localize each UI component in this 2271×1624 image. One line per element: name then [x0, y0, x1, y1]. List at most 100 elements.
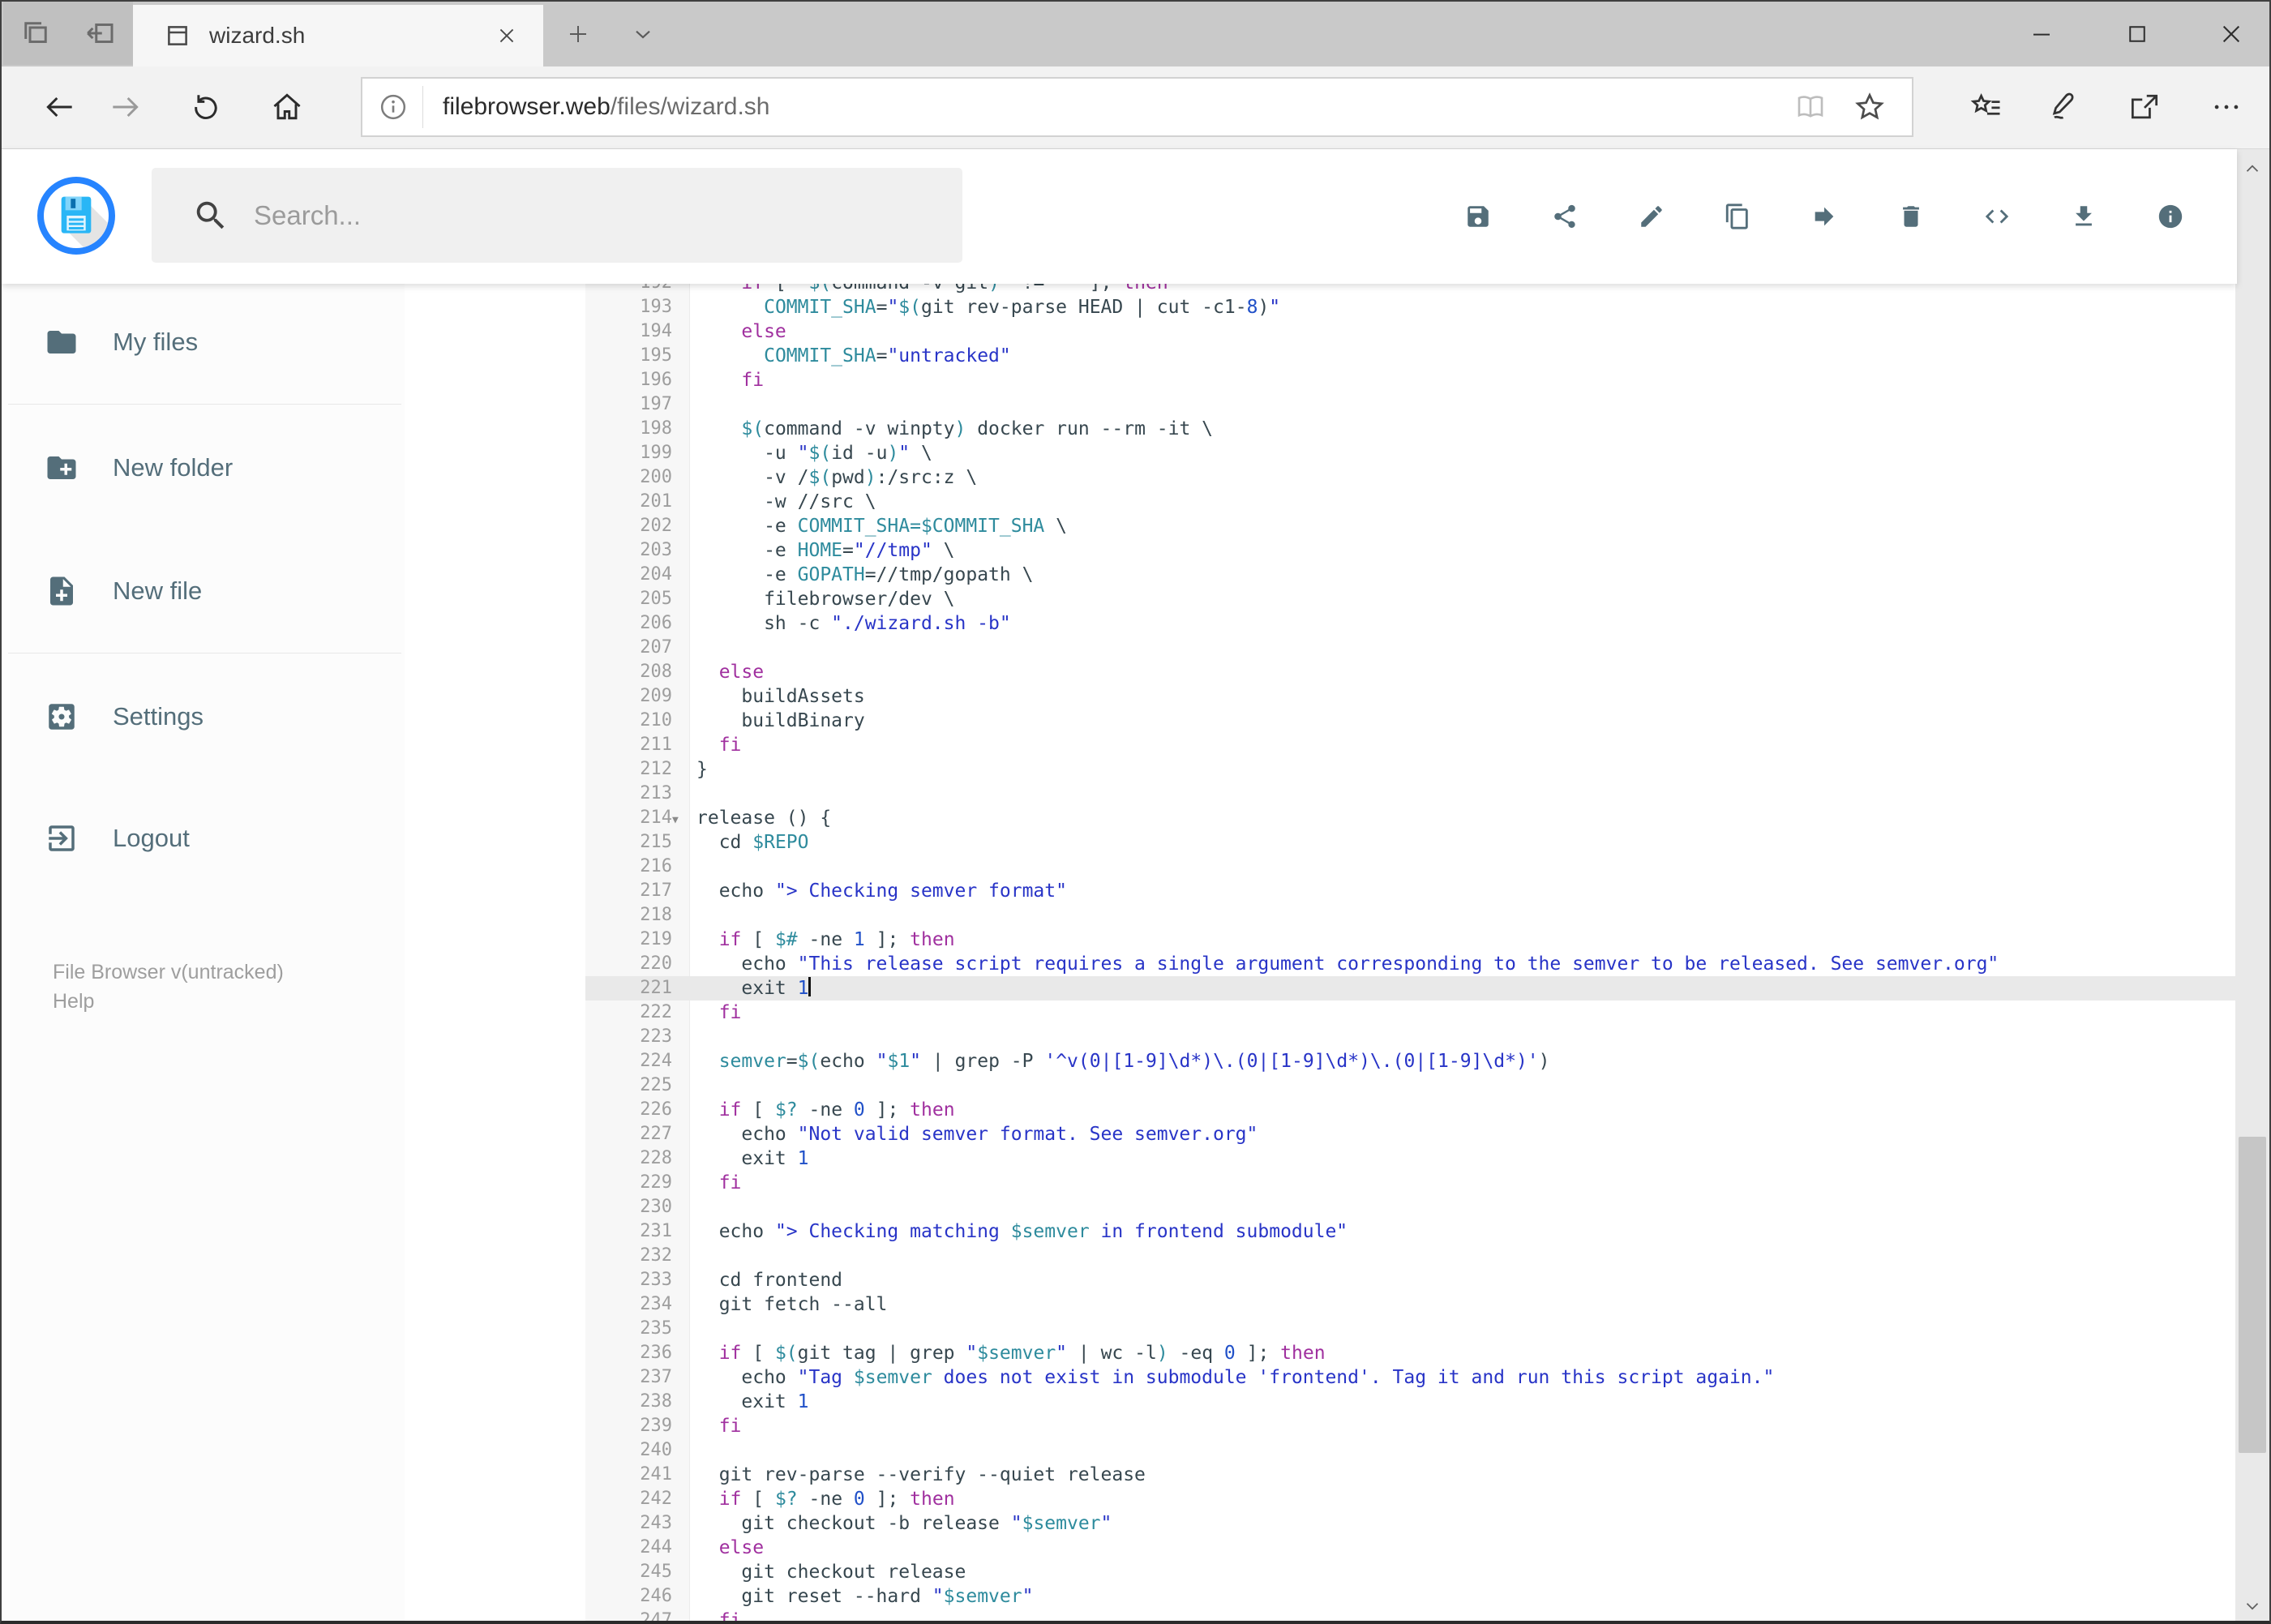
tab-preview-icon[interactable] [19, 16, 53, 50]
code-line[interactable]: 237 echo "Tag $semver does not exist in … [405, 1365, 2237, 1390]
annotate-pen-icon[interactable] [2030, 66, 2095, 148]
code-line[interactable]: 193 COMMIT_SHA="$(git rev-parse HEAD | c… [405, 295, 2237, 319]
rename-button[interactable] [1608, 168, 1695, 265]
code-line[interactable]: 241 git rev-parse --verify --quiet relea… [405, 1463, 2237, 1487]
code-line[interactable]: 215 cd $REPO [405, 830, 2237, 855]
fold-arrow-icon[interactable]: ▼ [672, 808, 679, 833]
forward-button[interactable] [92, 66, 157, 148]
code-line[interactable]: 231 echo "> Checking matching $semver in… [405, 1219, 2237, 1244]
code-line[interactable]: 246 git reset --hard "$semver" [405, 1584, 2237, 1609]
info-button[interactable] [2127, 168, 2213, 265]
source-code-button[interactable] [1954, 168, 2041, 265]
new-tab-button[interactable] [550, 2, 606, 66]
code-line[interactable]: 198 $(command -v winpty) docker run --rm… [405, 417, 2237, 441]
code-line[interactable]: 207 [405, 636, 2237, 660]
code-line[interactable]: 217 echo "> Checking semver format" [405, 879, 2237, 903]
code-line[interactable]: 239 fi [405, 1414, 2237, 1438]
scroll-up-icon[interactable] [2235, 152, 2269, 185]
code-line[interactable]: 247 fi [405, 1609, 2237, 1621]
window-minimize-button[interactable] [2001, 2, 2082, 66]
tab-list-chevron-icon[interactable] [615, 2, 671, 66]
code-line[interactable]: 226 if [ $? -ne 0 ]; then [405, 1098, 2237, 1122]
code-line[interactable]: 245 git checkout release [405, 1560, 2237, 1584]
code-line[interactable]: 208 else [405, 660, 2237, 684]
code-line[interactable]: 192 if [ "$(command -v git)" != "" ]; th… [405, 284, 2237, 295]
refresh-button[interactable] [174, 66, 238, 148]
home-button[interactable] [255, 66, 319, 148]
code-line[interactable]: 228 exit 1 [405, 1146, 2237, 1171]
code-editor[interactable]: 192 if [ "$(command -v git)" != "" ]; th… [405, 284, 2237, 1621]
code-line[interactable]: 216 [405, 855, 2237, 879]
set-tabs-aside-icon[interactable] [84, 16, 118, 50]
sidebar-item-my-files[interactable]: My files [2, 311, 405, 373]
sidebar-item-logout[interactable]: Logout [2, 808, 405, 869]
code-line[interactable]: 243 git checkout -b release "$semver" [405, 1511, 2237, 1536]
move-button[interactable] [1781, 168, 1868, 265]
address-bar[interactable]: filebrowser.web/files/wizard.sh [361, 77, 1913, 137]
code-line[interactable]: 218 [405, 903, 2237, 928]
reading-view-icon[interactable] [1793, 90, 1828, 124]
code-line[interactable]: 240 [405, 1438, 2237, 1463]
code-line[interactable]: 236 if [ $(git tag | grep "$semver" | wc… [405, 1341, 2237, 1365]
code-line[interactable]: 227 echo "Not valid semver format. See s… [405, 1122, 2237, 1146]
more-options-icon[interactable] [2194, 66, 2259, 148]
code-line[interactable]: 201 -w //src \ [405, 490, 2237, 514]
code-line[interactable]: 202 -e COMMIT_SHA=$COMMIT_SHA \ [405, 514, 2237, 538]
filebrowser-logo[interactable] [37, 177, 115, 255]
url-text[interactable]: filebrowser.web/files/wizard.sh [443, 93, 1793, 121]
code-line[interactable]: 225 [405, 1073, 2237, 1098]
tab-close-icon[interactable] [491, 20, 522, 51]
code-line[interactable]: 213 [405, 782, 2237, 806]
copy-button[interactable] [1695, 168, 1781, 265]
code-line[interactable]: 221 exit 1 [405, 976, 2237, 1001]
help-link[interactable]: Help [53, 987, 284, 1016]
code-line[interactable]: 204 -e GOPATH=//tmp/gopath \ [405, 563, 2237, 587]
code-line[interactable]: 197 [405, 392, 2237, 417]
scrollbar-thumb[interactable] [2239, 1137, 2266, 1453]
code-line[interactable]: 199 -u "$(id -u)" \ [405, 441, 2237, 465]
code-line[interactable]: 232 [405, 1244, 2237, 1268]
code-line[interactable]: 238 exit 1 [405, 1390, 2237, 1414]
share-page-icon[interactable] [2112, 66, 2177, 148]
back-button[interactable] [28, 66, 92, 148]
save-button[interactable] [1435, 168, 1522, 265]
code-line[interactable]: 242 if [ $? -ne 0 ]; then [405, 1487, 2237, 1511]
code-line[interactable]: 244 else [405, 1536, 2237, 1560]
code-line[interactable]: 206 sh -c "./wizard.sh -b" [405, 611, 2237, 636]
code-line[interactable]: 219 if [ $# -ne 1 ]; then [405, 928, 2237, 952]
code-line[interactable]: 223 [405, 1025, 2237, 1049]
code-line[interactable]: 196 fi [405, 368, 2237, 392]
code-line[interactable]: 203 -e HOME="//tmp" \ [405, 538, 2237, 563]
site-info-icon[interactable] [377, 91, 409, 123]
code-line[interactable]: 233 cd frontend [405, 1268, 2237, 1292]
scroll-down-icon[interactable] [2235, 1590, 2269, 1621]
code-line[interactable]: 200 -v /$(pwd):/src:z \ [405, 465, 2237, 490]
code-line[interactable]: 212} [405, 757, 2237, 782]
code-line[interactable]: 210 buildBinary [405, 709, 2237, 733]
sidebar-item-new-file[interactable]: New file [2, 560, 405, 622]
code-line[interactable]: 209 buildAssets [405, 684, 2237, 709]
sidebar-item-new-folder[interactable]: New folder [2, 437, 405, 499]
download-button[interactable] [2041, 168, 2127, 265]
sidebar-item-settings[interactable]: Settings [2, 686, 405, 748]
share-button[interactable] [1522, 168, 1609, 265]
code-line[interactable]: 211 fi [405, 733, 2237, 757]
code-line[interactable]: 230 [405, 1195, 2237, 1219]
hub-favorites-icon[interactable] [1954, 66, 2019, 148]
window-maximize-button[interactable] [2097, 2, 2178, 66]
page-scrollbar[interactable] [2235, 149, 2269, 1621]
code-line[interactable]: 224 semver=$(echo "$1" | grep -P '^v(0|[… [405, 1049, 2237, 1073]
code-line[interactable]: 234 git fetch --all [405, 1292, 2237, 1317]
window-close-button[interactable] [2191, 2, 2269, 66]
code-line[interactable]: 222 fi [405, 1001, 2237, 1025]
search-input[interactable]: Search... [152, 168, 962, 263]
code-line[interactable]: 195 COMMIT_SHA="untracked" [405, 344, 2237, 368]
code-line[interactable]: 220 echo "This release script requires a… [405, 952, 2237, 976]
delete-button[interactable] [1867, 168, 1954, 265]
code-line[interactable]: 205 filebrowser/dev \ [405, 587, 2237, 611]
code-line[interactable]: 229 fi [405, 1171, 2237, 1195]
favorite-star-icon[interactable] [1852, 89, 1888, 125]
browser-tab[interactable]: wizard.sh [133, 5, 543, 66]
code-line[interactable]: 235 [405, 1317, 2237, 1341]
code-line[interactable]: 194 else [405, 319, 2237, 344]
